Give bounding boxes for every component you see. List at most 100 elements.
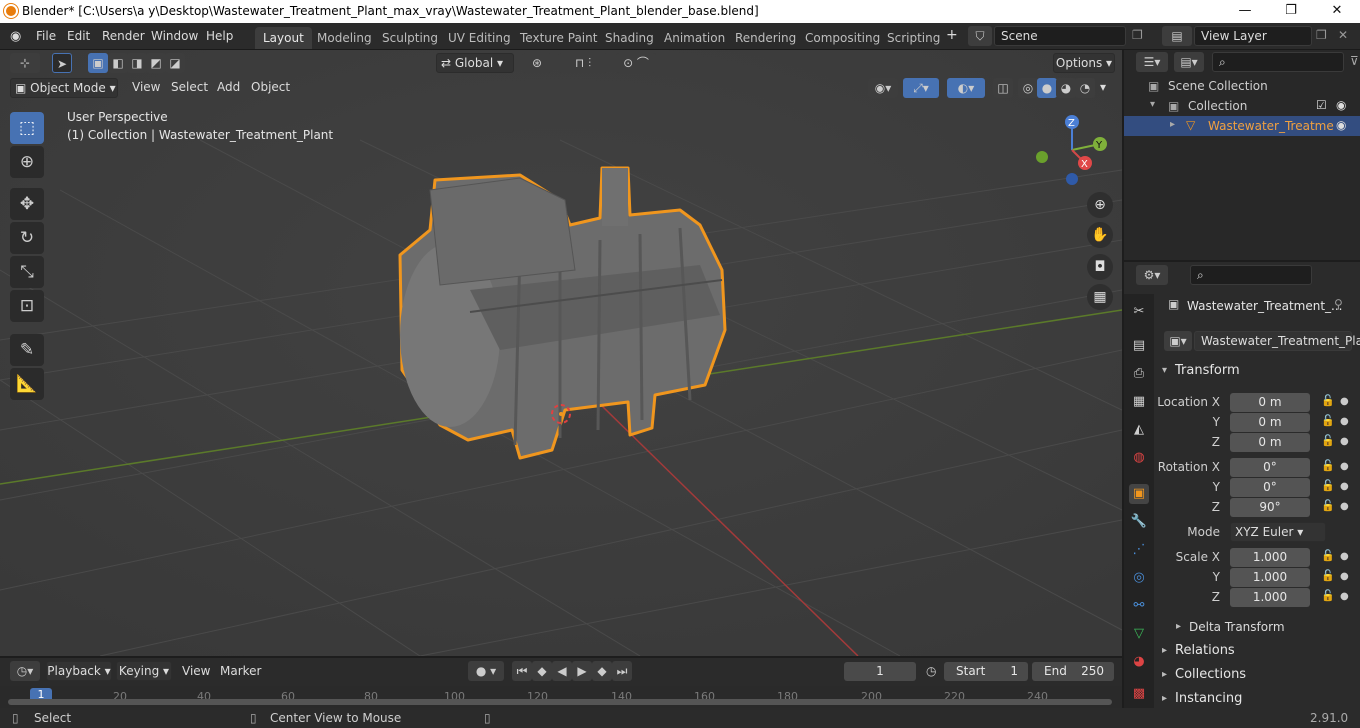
collection-checkbox-icon[interactable]: ☑ (1316, 98, 1327, 112)
playback-dropdown[interactable]: Playback ▾ (46, 661, 112, 681)
tab-scripting[interactable]: Scripting (879, 27, 948, 49)
tool-tab-icon[interactable]: ✂ (1129, 302, 1149, 322)
scale-z-field[interactable]: 1.000 (1230, 588, 1310, 607)
play-reverse-icon[interactable]: ◀ (552, 661, 572, 681)
location-x-field[interactable]: 0 m (1230, 393, 1310, 412)
lock-icon[interactable]: 🔓 (1321, 414, 1335, 427)
instancing-section[interactable]: Instancing (1175, 691, 1242, 706)
view-layer-field[interactable]: View Layer (1194, 26, 1312, 46)
camera-view-icon[interactable]: ◘ (1087, 254, 1113, 280)
delta-transform-section[interactable]: Delta Transform (1189, 620, 1285, 634)
tab-compositing[interactable]: Compositing (797, 27, 888, 49)
next-keyframe-icon[interactable]: ◆ (592, 661, 612, 681)
scale-x-field[interactable]: 1.000 (1230, 548, 1310, 567)
keying-dropdown[interactable]: Keying ▾ (116, 661, 172, 681)
tab-rendering[interactable]: Rendering (727, 27, 804, 49)
mode-dropdown[interactable]: ▣ Object Mode ▾ (10, 78, 118, 98)
proportional-edit-icon[interactable]: ⊙ ⌒ (616, 53, 656, 73)
view-layer-copy-icon[interactable]: ❐ (1316, 28, 1327, 42)
mode-extend-icon[interactable]: ◧ (108, 53, 128, 73)
mode-new-icon[interactable]: ▣ (88, 53, 108, 73)
scene-copy-icon[interactable]: ❐ (1132, 28, 1143, 42)
scale-tool-icon[interactable]: ⤡ (10, 256, 44, 288)
material-tab-icon[interactable]: ◕ (1129, 652, 1149, 672)
mode-invert-icon[interactable]: ◩ (146, 53, 166, 73)
relations-expand-icon[interactable]: ▸ (1162, 645, 1167, 656)
current-frame-field[interactable]: 1 (844, 662, 916, 681)
shading-solid-icon[interactable]: ● (1037, 78, 1057, 98)
editor-type-icon[interactable]: ⊹ (10, 53, 40, 73)
delta-expand-icon[interactable]: ▸ (1176, 621, 1181, 632)
view-layer-browse-icon[interactable]: ▤ (1162, 26, 1192, 46)
outliner-filter-icon[interactable]: ⊽ (1350, 54, 1359, 68)
object-name-field[interactable]: Wastewater_Treatment_Plant (1194, 331, 1360, 351)
collapse-icon[interactable]: ▾ (1150, 99, 1155, 110)
transform-orientation-dropdown[interactable]: ⇄ Global ▾ (436, 53, 514, 73)
lock-icon[interactable]: 🔓 (1321, 569, 1335, 582)
move-tool-icon[interactable]: ✥ (10, 188, 44, 220)
snap-icon[interactable]: ⊓ ⫶ (558, 53, 608, 73)
lock-icon[interactable]: 🔓 (1321, 459, 1335, 472)
menu-window[interactable]: Window (151, 29, 198, 43)
keyframe-dot-icon[interactable]: ● (1340, 551, 1349, 562)
tab-animation[interactable]: Animation (656, 27, 733, 49)
outliner-search-input[interactable]: ⌕ (1212, 52, 1344, 72)
scene-name-field[interactable]: Scene (994, 26, 1126, 46)
tab-sculpting[interactable]: Sculpting (374, 27, 446, 49)
jump-end-icon[interactable]: ⏭ (612, 661, 632, 681)
output-tab-icon[interactable]: ⎙ (1129, 364, 1149, 384)
menu-edit[interactable]: Edit (67, 29, 90, 43)
outliner-row-collection[interactable]: ▾ ▣ Collection ☑ ◉ (1124, 96, 1360, 116)
rotation-y-field[interactable]: 0° (1230, 478, 1310, 497)
annotate-tool-icon[interactable]: ✎ (10, 334, 44, 366)
perspective-toggle-icon[interactable]: ▦ (1087, 284, 1113, 310)
scale-y-field[interactable]: 1.000 (1230, 568, 1310, 587)
texture-tab-icon[interactable]: ▩ (1129, 684, 1149, 704)
render-tab-icon[interactable]: ▤ (1129, 336, 1149, 356)
menu-file[interactable]: File (36, 29, 56, 43)
shading-options-chevron-icon[interactable]: ▾ (1100, 80, 1106, 94)
maximize-button[interactable]: ❐ (1268, 0, 1314, 23)
minimize-button[interactable]: — (1222, 0, 1268, 23)
keyframe-dot-icon[interactable]: ● (1340, 571, 1349, 582)
shading-rendered-icon[interactable]: ◔ (1075, 78, 1095, 98)
object-browse-icon[interactable]: ▣▾ (1164, 331, 1192, 351)
shading-wireframe-icon[interactable]: ◎ (1018, 78, 1038, 98)
outliner-row-object[interactable]: ▸ ▽ Wastewater_Treatme ◉ (1124, 116, 1360, 136)
keyframe-dot-icon[interactable]: ● (1340, 416, 1349, 427)
transform-collapse-icon[interactable]: ▾ (1162, 365, 1167, 376)
blender-menu-icon[interactable]: ◉ (10, 29, 21, 44)
select-box-tool-icon[interactable]: ➤ (52, 53, 72, 73)
end-frame-field[interactable]: End 250 (1032, 662, 1114, 681)
lock-icon[interactable]: 🔓 (1321, 479, 1335, 492)
timeline-marker-menu[interactable]: Marker (220, 664, 261, 678)
tab-layout[interactable]: Layout (255, 27, 312, 49)
overlay-toggle-icon[interactable]: ◐▾ (947, 78, 985, 98)
shading-material-icon[interactable]: ◕ (1056, 78, 1076, 98)
tab-modeling[interactable]: Modeling (309, 27, 380, 49)
collections-expand-icon[interactable]: ▸ (1162, 669, 1167, 680)
menu-render[interactable]: Render (102, 29, 145, 43)
tab-texture-paint[interactable]: Texture Paint (512, 27, 605, 49)
lock-icon[interactable]: 🔓 (1321, 499, 1335, 512)
rotation-x-field[interactable]: 0° (1230, 458, 1310, 477)
keyframe-dot-icon[interactable]: ● (1340, 396, 1349, 407)
menu-object[interactable]: Object (251, 80, 290, 94)
location-z-field[interactable]: 0 m (1230, 433, 1310, 452)
instancing-expand-icon[interactable]: ▸ (1162, 693, 1167, 704)
cursor-tool-icon[interactable]: ⊕ (10, 146, 44, 178)
view-layer-remove-icon[interactable]: ✕ (1338, 28, 1348, 42)
location-y-field[interactable]: 0 m (1230, 413, 1310, 432)
object-visibility-icon[interactable]: ◉ (1336, 118, 1346, 132)
close-window-button[interactable]: ✕ (1314, 0, 1360, 23)
zoom-icon[interactable]: ⊕ (1087, 192, 1113, 218)
keyframe-dot-icon[interactable]: ● (1340, 461, 1349, 472)
outliner-display-mode-icon[interactable]: ▤▾ (1174, 52, 1204, 72)
menu-add[interactable]: Add (217, 80, 240, 94)
timeline-view-menu[interactable]: View (182, 664, 210, 678)
transform-section-title[interactable]: Transform (1175, 363, 1240, 378)
select-tool-icon[interactable]: ⬚ (10, 112, 44, 144)
expand-icon[interactable]: ▸ (1170, 119, 1175, 130)
transform-tool-icon[interactable]: ⊡ (10, 290, 44, 322)
measure-tool-icon[interactable]: 📐 (10, 368, 44, 400)
